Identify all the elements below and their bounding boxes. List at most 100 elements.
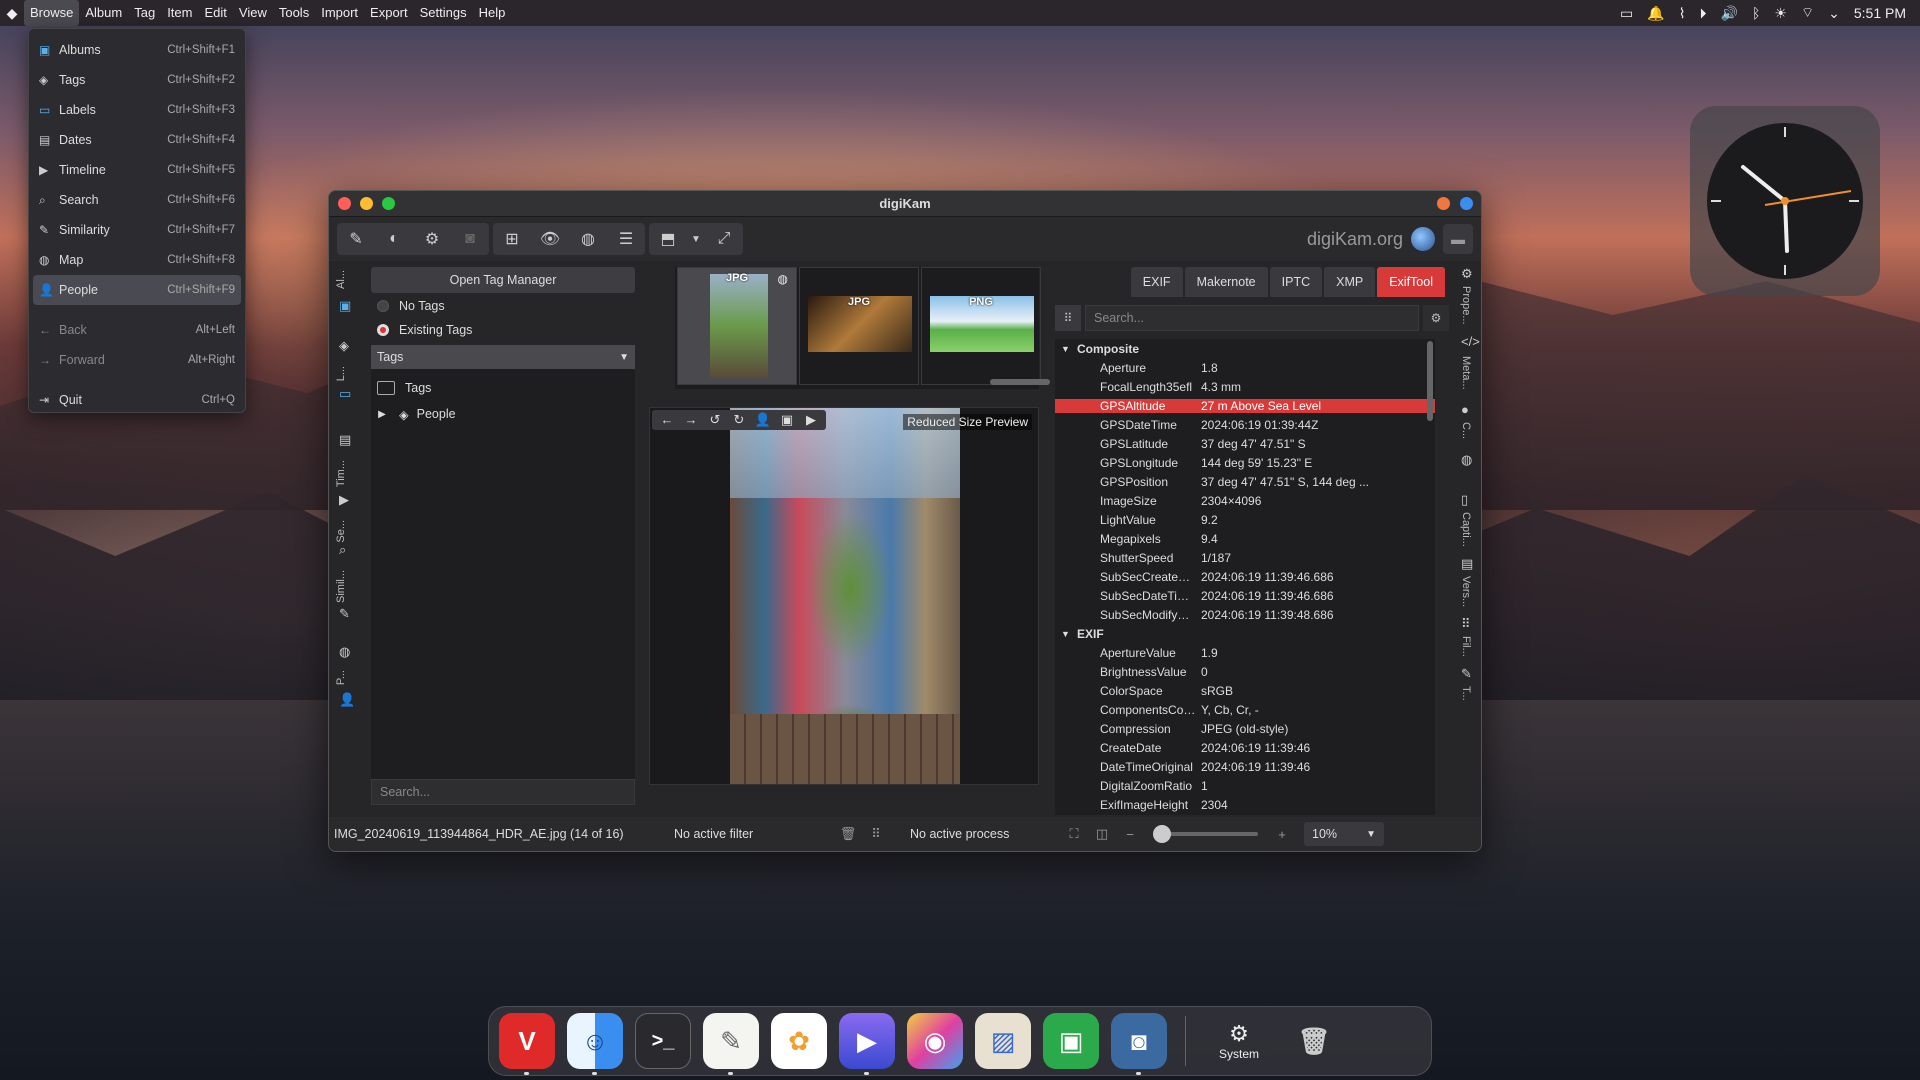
menubar-clock[interactable]: 5:51 PM — [1854, 5, 1906, 21]
thumbnail-item-selected[interactable]: JPG ◍ — [677, 267, 797, 385]
properties-icon[interactable]: ⚙ — [1461, 266, 1473, 282]
zoom-out-icon[interactable]: − — [1116, 827, 1144, 842]
tab-xmp[interactable]: XMP — [1324, 267, 1376, 297]
camera-icon[interactable]: ◙ — [451, 223, 489, 255]
metadata-row[interactable]: GPSDateTime 2024:06:19 01:39:44Z — [1055, 415, 1435, 434]
menu-item-forward[interactable]: → Forward Alt+Right — [33, 345, 241, 375]
chevron-down-icon[interactable]: ⌄ — [1828, 5, 1840, 22]
settings-gear-icon[interactable]: ⚙ — [413, 223, 451, 255]
zoom-slider[interactable] — [1153, 825, 1258, 843]
menu-album[interactable]: Album — [79, 0, 128, 26]
metadata-row[interactable]: ColorSpace sRGB — [1055, 681, 1435, 700]
menu-item-map[interactable]: ◍ Map Ctrl+Shift+F8 — [33, 245, 241, 275]
tree-item-people[interactable]: ▶ ◈ People — [371, 401, 635, 427]
menu-item-back[interactable]: ← Back Alt+Left — [33, 315, 241, 345]
dock-app-digikam[interactable]: ◙ — [1111, 1013, 1167, 1075]
expand-arrow-icon[interactable]: ▶ — [371, 409, 393, 420]
zoom-select[interactable]: 10% ▼ — [1304, 822, 1384, 846]
tree-item-tags[interactable]: Tags — [371, 375, 635, 401]
tools-pencil-icon[interactable]: ✎ — [1461, 666, 1472, 682]
color-drop-icon[interactable]: ● — [1461, 402, 1469, 417]
menu-item-quit[interactable]: ⇥ Quit Ctrl+Q — [33, 385, 241, 415]
collapse-arrow-icon[interactable]: ▼ — [1061, 344, 1077, 354]
tags-filter-select[interactable]: Tags ▼ — [371, 345, 635, 369]
tag-icon[interactable]: ◈ — [339, 338, 349, 354]
dock-trash[interactable]: 🗑 — [1286, 1013, 1342, 1069]
brightness-icon[interactable]: ☀ — [1774, 5, 1787, 22]
dock-app-vivaldi[interactable]: V — [499, 1013, 555, 1075]
notification-bell-icon[interactable]: 🔔 — [1647, 5, 1664, 22]
metadata-row[interactable]: GPSPosition 37 deg 47' 47.51" S, 144 deg … — [1055, 472, 1435, 491]
forward-arrow-icon[interactable]: → — [680, 412, 702, 428]
metadata-row[interactable]: Compression JPEG (old-style) — [1055, 719, 1435, 738]
thumbnail-scrollbar[interactable] — [990, 379, 1050, 385]
slideshow-icon[interactable]: ⬒ — [649, 223, 687, 255]
rotate-left-icon[interactable]: ↺ — [704, 412, 726, 428]
search-icon[interactable]: ⌕ — [339, 542, 346, 558]
filter-grid-icon[interactable]: ⠿ — [862, 826, 890, 842]
menu-item-labels[interactable]: ▭ Labels Ctrl+Shift+F3 — [33, 95, 241, 125]
metadata-row[interactable]: Megapixels 9.4 — [1055, 529, 1435, 548]
dock-app-cassette[interactable]: ▣ — [1043, 1013, 1099, 1069]
people-icon[interactable]: 👤 — [339, 692, 355, 708]
metadata-row[interactable]: DigitalZoomRatio 1 — [1055, 776, 1435, 795]
metadata-row[interactable]: ComponentsConfigur... Y, Cb, Cr, - — [1055, 700, 1435, 719]
metadata-row[interactable]: ApertureValue 1.9 — [1055, 643, 1435, 662]
thumbnail-item[interactable]: PNG — [921, 267, 1041, 385]
dock-system-button[interactable]: ⚙ System — [1204, 1021, 1274, 1061]
collapse-arrow-icon[interactable]: ▼ — [1061, 629, 1077, 639]
sidebar-tab-similarity[interactable]: Simil... — [335, 570, 347, 603]
face-tag-icon[interactable]: 👤 — [752, 412, 774, 428]
display-icon[interactable]: ▭ — [1620, 5, 1633, 22]
metadata-settings-icon[interactable]: ⚙ — [1423, 305, 1449, 331]
metadata-row[interactable]: GPSAltitude 27 m Above Sea Level — [1055, 396, 1435, 415]
metadata-row[interactable]: CreateDate 2024:06:19 11:39:46 — [1055, 738, 1435, 757]
metadata-row[interactable]: DateTimeOriginal 2024:06:19 11:39:46 — [1055, 757, 1435, 776]
thumbnail-grid-icon[interactable]: ⊞ — [493, 223, 531, 255]
menu-view[interactable]: View — [233, 0, 273, 26]
metadata-row[interactable]: BrightnessValue 0 — [1055, 662, 1435, 681]
timeline-icon[interactable]: ▶ — [339, 492, 349, 508]
metadata-row[interactable]: GPSLatitude 37 deg 47' 47.51" S — [1055, 434, 1435, 453]
menu-import[interactable]: Import — [315, 0, 364, 26]
preview-eye-icon[interactable]: 👁 — [531, 223, 569, 255]
thumbnail-item[interactable]: JPG — [799, 267, 919, 385]
geolocation-icon[interactable]: ◍ — [1461, 452, 1472, 468]
status-filter[interactable]: No active filter — [674, 827, 834, 841]
volume-icon[interactable]: 🔊 — [1721, 5, 1738, 22]
menu-settings[interactable]: Settings — [414, 0, 473, 26]
brand-text[interactable]: digiKam.org — [1307, 229, 1403, 250]
sidebar-tab-timeline[interactable]: Tim... — [335, 460, 347, 487]
menu-item-similarity[interactable]: ✎ Similarity Ctrl+Shift+F7 — [33, 215, 241, 245]
menu-item-tags[interactable]: ◈ Tags Ctrl+Shift+F2 — [33, 65, 241, 95]
clock-widget[interactable] — [1690, 106, 1880, 296]
metadata-row[interactable]: ImageSize 2304×4096 — [1055, 491, 1435, 510]
sidebar-tab-labels[interactable]: L... — [335, 366, 347, 381]
face-detect-icon[interactable]: ▣ — [776, 412, 798, 428]
menu-edit[interactable]: Edit — [198, 0, 232, 26]
menu-item-timeline[interactable]: ▶ Timeline Ctrl+Shift+F5 — [33, 155, 241, 185]
metadata-row[interactable]: LightValue 9.2 — [1055, 510, 1435, 529]
sidebar-tab-versions[interactable]: Vers... — [1460, 576, 1472, 607]
similarity-icon[interactable]: ✎ — [339, 606, 350, 622]
clip-icon[interactable]: ⌇ — [1679, 5, 1686, 22]
menu-browse[interactable]: Browse — [24, 0, 80, 26]
metadata-row[interactable]: ShutterSpeed 1/187 — [1055, 548, 1435, 567]
back-arrow-icon[interactable]: ← — [656, 412, 678, 428]
map-icon[interactable]: ◍ — [339, 644, 350, 660]
sidebar-tab-search[interactable]: Se... — [335, 520, 347, 543]
sidebar-toggle-icon[interactable]: ▬ — [1443, 224, 1473, 254]
metadata-group-exif[interactable]: ▼ EXIF — [1055, 624, 1435, 643]
tab-makernote[interactable]: Makernote — [1184, 267, 1268, 297]
dock-app-text-editor[interactable]: ✎ — [703, 1013, 759, 1075]
metadata-search-input[interactable]: Search... — [1085, 305, 1419, 331]
filters-icon[interactable]: ⠿ — [1461, 616, 1471, 632]
metadata-row[interactable]: SubSecModifyDate 2024:06:19 11:39:48.686 — [1055, 605, 1435, 624]
menu-item-albums[interactable]: ▣ Albums Ctrl+Shift+F1 — [33, 35, 241, 65]
dates-icon[interactable]: ▤ — [339, 432, 351, 448]
metadata-row[interactable]: ExifImageHeight 2304 — [1055, 795, 1435, 814]
radio-no-tags[interactable]: No Tags — [371, 295, 635, 317]
window-titlebar[interactable]: digiKam — [329, 191, 1481, 217]
app-logo-icon[interactable]: ◆ — [0, 5, 24, 22]
edit-pencil-icon[interactable]: ✎ — [337, 223, 375, 255]
